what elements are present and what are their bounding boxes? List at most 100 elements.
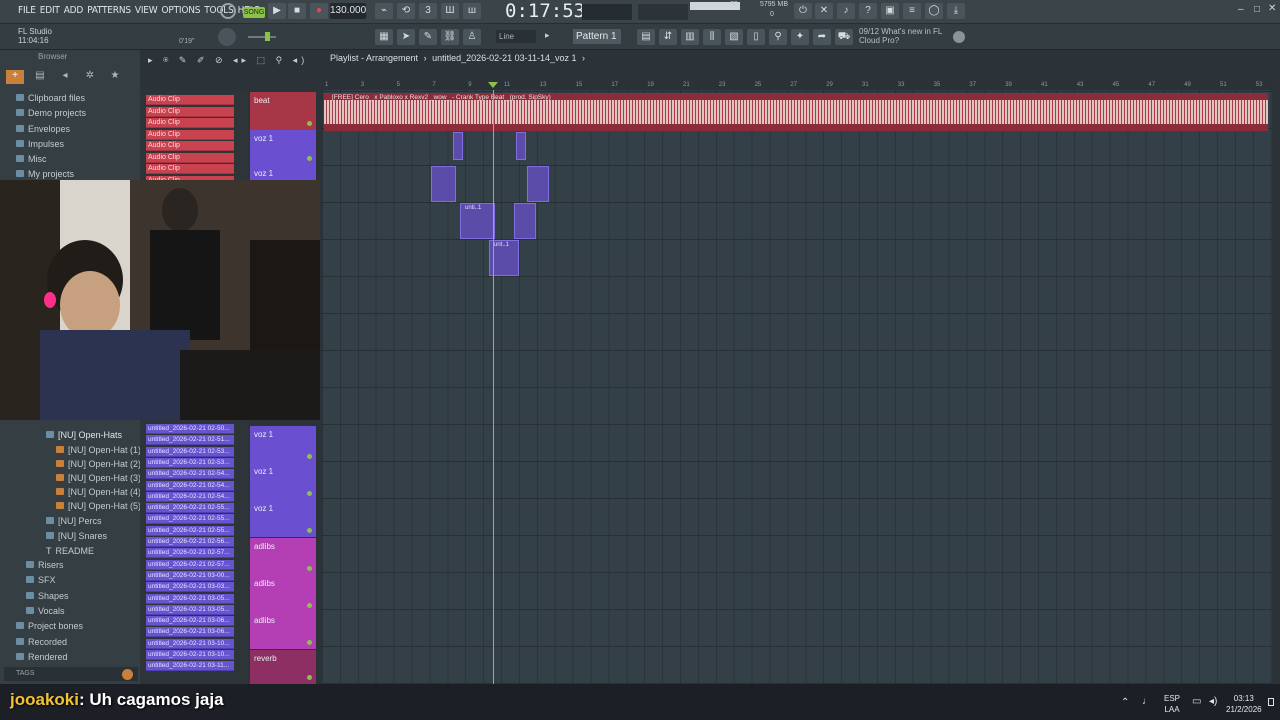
track-led-icon[interactable] [307, 156, 312, 161]
language-indicator[interactable]: ESP LAA [1164, 693, 1180, 715]
browser-all-tab-icon[interactable]: + [6, 70, 24, 84]
loop-record-icon[interactable]: ⟲ [397, 3, 415, 19]
audio-clip-item[interactable]: Audio Clip [146, 129, 234, 140]
recorded-clip-item[interactable]: untitled_2026-02-21 02-51... [146, 435, 234, 446]
record-button[interactable]: ● [310, 3, 328, 19]
audio-clip-item[interactable]: Audio Clip [146, 95, 234, 105]
track-header[interactable]: voz 1 [250, 463, 316, 500]
link-icon[interactable]: ⛓ [441, 29, 459, 45]
step-edit-icon[interactable]: Ш [441, 3, 459, 19]
track-led-icon[interactable] [307, 566, 312, 571]
browser-speaker-tab-icon[interactable]: ◂ [56, 70, 74, 84]
menu-view[interactable]: VIEW [135, 5, 158, 16]
recorded-clip-item[interactable]: untitled_2026-02-21 03-03... [146, 582, 234, 593]
browser-project-tab-icon[interactable]: ▤ [31, 70, 49, 84]
recorded-clip-item[interactable]: untitled_2026-02-21 02-53... [146, 446, 234, 457]
download-icon[interactable]: ⤓ [947, 3, 965, 19]
browser-item[interactable]: [NU] Open-Hat (2) [56, 459, 141, 469]
help-icon[interactable]: ? [859, 3, 877, 19]
browser-item[interactable]: SFX [26, 575, 56, 585]
power-icon[interactable]: ⏻ [794, 3, 812, 19]
vocal-clip[interactable]: unti..1 [460, 203, 495, 239]
recorded-clip-item[interactable]: untitled_2026-02-21 02-55... [146, 514, 234, 525]
recorded-clip-item[interactable]: untitled_2026-02-21 02-50... [146, 424, 234, 434]
track-header[interactable]: adlibs [250, 538, 316, 575]
browser-favorites-tab-icon[interactable]: ★ [106, 70, 124, 84]
piano-roll-icon[interactable]: ⇵ [659, 29, 677, 45]
news-target-icon[interactable] [953, 31, 965, 43]
microphone-icon[interactable]: ♪ [837, 3, 855, 19]
recorded-clip-item[interactable]: untitled_2026-02-21 02-56... [146, 537, 234, 547]
vocal-clip[interactable] [514, 203, 536, 239]
vocal-clip[interactable] [527, 166, 549, 202]
audio-clip-item[interactable]: Audio Clip [146, 152, 234, 163]
tempo-display[interactable]: 130.000 [330, 3, 366, 19]
plugin-picker-icon[interactable]: ⚲ [769, 29, 787, 45]
playhead-marker-icon[interactable] [488, 82, 498, 88]
window-minimize-icon[interactable]: – [1238, 4, 1244, 15]
browser-plugins-tab-icon[interactable]: ✲ [81, 70, 99, 84]
browser-item[interactable]: T README [46, 546, 94, 556]
master-pitch-handle[interactable] [265, 32, 270, 41]
browser-item[interactable]: Misc [16, 154, 47, 164]
browser-item[interactable]: Demo projects [16, 108, 86, 118]
mixer-view-icon[interactable]: ⫼ [703, 29, 721, 45]
menu-add[interactable]: ADD [64, 5, 84, 16]
browser-item[interactable]: Impulses [16, 139, 64, 149]
snap-selector[interactable]: Line [496, 30, 536, 43]
track-led-icon[interactable] [307, 454, 312, 459]
menu-file[interactable]: FILE [18, 5, 36, 16]
track-header[interactable]: adlibs [250, 575, 316, 612]
audio-clip-item[interactable]: Audio Clip [146, 106, 234, 117]
track-led-icon[interactable] [307, 121, 312, 126]
recorded-clip-item[interactable]: untitled_2026-02-21 03-05... [146, 593, 234, 604]
recorded-clip-item[interactable]: untitled_2026-02-21 02-55... [146, 525, 234, 536]
play-button[interactable]: ▶ [268, 3, 286, 19]
track-header[interactable]: voz 1 [250, 500, 316, 537]
window-close-icon[interactable]: ✕ [1268, 3, 1276, 14]
save-icon[interactable]: ▣ [881, 3, 899, 19]
piano-icon[interactable]: ▦ [375, 29, 393, 45]
browser-item[interactable]: Shapes [26, 591, 69, 601]
playlist-grid[interactable] [322, 90, 1272, 684]
menu-options[interactable]: OPTIONS [161, 5, 200, 16]
song-mode-toggle[interactable]: SONG [243, 7, 265, 18]
recorded-clip-item[interactable]: untitled_2026-02-21 03-11... [146, 661, 234, 672]
search-icon[interactable] [122, 669, 133, 680]
playlist-tools[interactable]: ▸ ⍟ ✎ ✐ ⊘ ◂▸ ⬚ ⚲ ◂) [148, 55, 308, 66]
countdown-icon[interactable]: 3 [419, 3, 437, 19]
browser-item[interactable]: Recorded [16, 637, 67, 647]
stamp-icon[interactable]: ♙ [463, 29, 481, 45]
recorded-clip-item[interactable]: untitled_2026-02-21 02-55... [146, 503, 234, 514]
recorded-clip-item[interactable]: untitled_2026-02-21 03-00... [146, 570, 234, 581]
recorded-clip-item[interactable]: untitled_2026-02-21 02-57... [146, 559, 234, 570]
master-volume-knob[interactable] [218, 28, 236, 46]
browser-item[interactable]: [NU] Open-Hat (4) [56, 487, 141, 497]
recorded-clip-item[interactable]: untitled_2026-02-21 02-57... [146, 548, 234, 559]
news-panel[interactable]: 09/12 What's new in FL Cloud Pro? [859, 27, 942, 45]
browser-item[interactable]: Envelopes [16, 124, 70, 134]
track-led-icon[interactable] [307, 603, 312, 608]
browser-view-icon[interactable]: ▧ [725, 29, 743, 45]
browser-item[interactable]: Risers [26, 560, 64, 570]
playlist-icon[interactable]: ▤ [637, 29, 655, 45]
track-header[interactable]: adlibs [250, 612, 316, 649]
pattern-selector[interactable]: Pattern 1 [573, 29, 621, 44]
audio-clip-item[interactable]: Audio Clip [146, 164, 234, 174]
playhead[interactable] [493, 90, 494, 684]
browser-item[interactable]: Clipboard files [16, 93, 85, 103]
browser-item[interactable]: My projects [16, 169, 74, 179]
browser-item[interactable]: [NU] Snares [46, 531, 107, 541]
track-led-icon[interactable] [307, 491, 312, 496]
browser-item[interactable]: Vocals [26, 606, 65, 616]
audio-clip-item[interactable]: Audio Clip [146, 118, 234, 128]
volume-icon[interactable]: ◂) [1209, 696, 1217, 707]
pencil-tool-icon[interactable]: ✎ [419, 29, 437, 45]
pattern-arrow-icon[interactable]: ▸ [545, 30, 550, 41]
tray-mic-icon[interactable]: ♩ [1142, 696, 1152, 707]
browser-item[interactable]: [NU] Open-Hat (3) [56, 473, 141, 483]
recorded-clip-item[interactable]: untitled_2026-02-21 03-10... [146, 650, 234, 660]
track-header[interactable]: voz 1 [250, 130, 316, 165]
vocal-clip[interactable] [516, 132, 526, 160]
typing-keyboard-icon[interactable]: ⌁ [375, 3, 393, 19]
